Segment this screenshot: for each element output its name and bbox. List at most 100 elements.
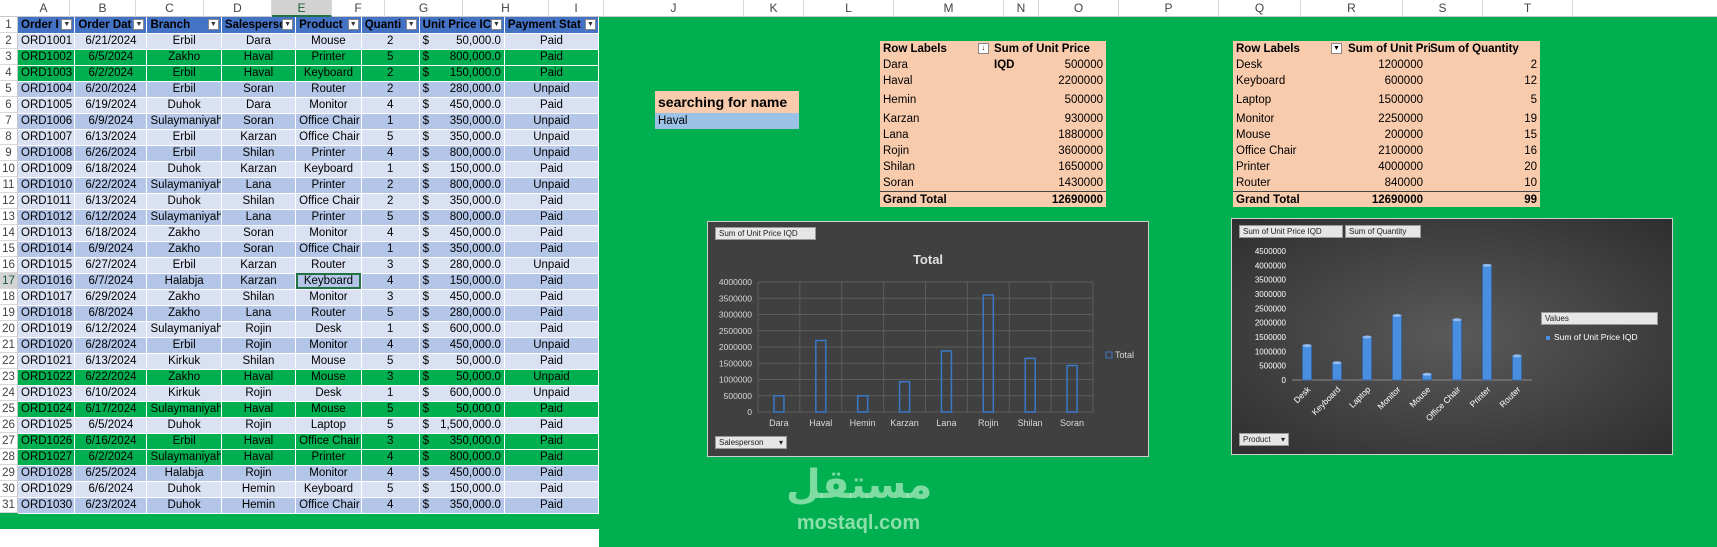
table-cell[interactable]: Keyboard xyxy=(295,65,362,82)
table-cell[interactable]: 6/21/2024 xyxy=(74,33,148,50)
table-cell[interactable]: $600,000.0 xyxy=(419,321,505,338)
table-cell[interactable]: 6/22/2024 xyxy=(74,369,148,386)
bar-haval[interactable] xyxy=(815,339,827,413)
filter-dropdown-icon[interactable]: ▼ xyxy=(585,19,596,30)
table-cell[interactable]: ORD1010 xyxy=(18,177,76,194)
table-cell[interactable]: Haval xyxy=(221,369,297,386)
table-cell[interactable]: $350,000.0 xyxy=(419,193,505,210)
table-cell[interactable]: Soran xyxy=(221,241,297,258)
pivot-row[interactable]: Shilan 1650000 xyxy=(880,159,1106,175)
column-header-M[interactable]: M xyxy=(894,0,1004,17)
table-cell[interactable]: ORD1002 xyxy=(18,49,76,66)
column-header-cell[interactable]: Payment Stat ▼ xyxy=(504,17,600,34)
table-cell[interactable]: Erbil xyxy=(146,337,222,354)
table-cell[interactable]: 4 xyxy=(361,97,420,114)
table-cell[interactable]: Paid xyxy=(504,353,600,370)
table-cell[interactable]: Sulaymaniyah xyxy=(146,449,222,466)
pivot-row[interactable]: Karzan 930000 xyxy=(880,111,1106,127)
column-header-K[interactable]: K xyxy=(744,0,804,17)
table-cell[interactable]: Zakho xyxy=(146,225,222,242)
filter-dropdown-icon[interactable]: ▼ xyxy=(1331,43,1342,54)
table-cell[interactable]: 6/10/2024 xyxy=(74,385,148,402)
bar-desk[interactable] xyxy=(1302,345,1312,381)
table-cell[interactable]: ORD1025 xyxy=(18,417,76,434)
bar-karzan[interactable] xyxy=(898,381,911,413)
table-cell[interactable]: 5 xyxy=(361,209,420,226)
row-header-28[interactable]: 28 xyxy=(0,449,18,465)
table-cell[interactable]: ORD1016 xyxy=(18,273,76,290)
table-cell[interactable]: $50,000.0 xyxy=(419,401,505,418)
row-header-26[interactable]: 26 xyxy=(0,417,18,433)
table-cell[interactable]: ORD1019 xyxy=(18,321,76,338)
table-cell[interactable]: $350,000.0 xyxy=(419,113,505,130)
table-cell[interactable]: Sulaymaniyah xyxy=(146,209,222,226)
column-header-R[interactable]: R xyxy=(1301,0,1403,17)
pivot-row[interactable]: Hemin 500000 xyxy=(880,89,1106,111)
column-header-P[interactable]: P xyxy=(1119,0,1219,17)
table-cell[interactable]: Kirkuk xyxy=(146,353,222,370)
row-header-8[interactable]: 8 xyxy=(0,129,18,145)
table-cell[interactable]: Haval xyxy=(221,433,297,450)
pivot-row[interactable]: Printer 4000000 20 xyxy=(1233,159,1540,175)
table-cell[interactable]: 4 xyxy=(361,225,420,242)
row-header-16[interactable]: 16 xyxy=(0,257,18,273)
table-cell[interactable]: 6/17/2024 xyxy=(74,401,148,418)
table-cell[interactable]: Haval xyxy=(221,401,297,418)
table-cell[interactable]: 5 xyxy=(361,353,420,370)
table-cell[interactable]: Paid xyxy=(504,209,600,226)
table-cell[interactable]: Duhok xyxy=(146,417,222,434)
table-cell[interactable]: ORD1021 xyxy=(18,353,76,370)
table-cell[interactable]: 6/28/2024 xyxy=(74,337,148,354)
table-cell[interactable]: 6/6/2024 xyxy=(74,481,148,498)
table-cell[interactable]: Desk xyxy=(295,321,362,338)
table-cell[interactable]: Paid xyxy=(504,433,600,450)
table-cell[interactable]: $800,000.0 xyxy=(419,177,505,194)
table-cell[interactable]: 6/2/2024 xyxy=(74,449,148,466)
table-cell[interactable]: $50,000.0 xyxy=(419,33,505,50)
row-header-23[interactable]: 23 xyxy=(0,369,18,385)
table-cell[interactable]: Printer xyxy=(295,209,362,226)
table-cell[interactable]: 3 xyxy=(361,369,420,386)
table-cell[interactable]: 2 xyxy=(361,65,420,82)
table-cell[interactable]: 6/5/2024 xyxy=(74,417,148,434)
table-cell[interactable]: Keyboard xyxy=(295,161,362,178)
column-header-B[interactable]: B xyxy=(70,0,136,17)
table-cell[interactable]: Erbil xyxy=(146,145,222,162)
column-header-cell[interactable]: Salesperso ▼ xyxy=(221,17,297,34)
table-cell[interactable]: ORD1004 xyxy=(18,81,76,98)
column-header-cell[interactable]: Branch ▼ xyxy=(146,17,222,34)
table-cell[interactable]: 6/16/2024 xyxy=(74,433,148,450)
table-cell[interactable]: Office Chair xyxy=(295,497,362,514)
table-cell[interactable]: Erbil xyxy=(146,33,222,50)
pivot-row-labels-header[interactable]: Row Labels xyxy=(1236,41,1300,57)
field-button-sum-unit-price[interactable]: Sum of Unit Price IQD xyxy=(715,227,816,240)
table-cell[interactable]: Karzan xyxy=(221,257,297,274)
table-cell[interactable]: Erbil xyxy=(146,257,222,274)
table-cell[interactable]: ORD1008 xyxy=(18,145,76,162)
bar-rojin[interactable] xyxy=(982,294,995,413)
row-header-14[interactable]: 14 xyxy=(0,225,18,241)
row-header-30[interactable]: 30 xyxy=(0,481,18,497)
table-cell[interactable]: ORD1020 xyxy=(18,337,76,354)
table-cell[interactable]: ORD1013 xyxy=(18,225,76,242)
table-cell[interactable]: Paid xyxy=(504,481,600,498)
table-cell[interactable]: 4 xyxy=(361,449,420,466)
bar-printer[interactable] xyxy=(1482,265,1492,381)
table-cell[interactable]: Shilan xyxy=(221,145,297,162)
table-cell[interactable]: 1 xyxy=(361,321,420,338)
table-cell[interactable]: Duhok xyxy=(146,97,222,114)
table-cell[interactable]: Zakho xyxy=(146,241,222,258)
table-cell[interactable]: Haval xyxy=(221,449,297,466)
table-cell[interactable]: 2 xyxy=(361,177,420,194)
row-header-7[interactable]: 7 xyxy=(0,113,18,129)
table-cell[interactable]: Unpaid xyxy=(504,129,600,146)
field-button-sum-unit-price[interactable]: Sum of Unit Price IQD xyxy=(1239,225,1343,238)
table-cell[interactable]: 6/23/2024 xyxy=(74,497,148,514)
table-cell[interactable]: $600,000.0 xyxy=(419,385,505,402)
bar-soran[interactable] xyxy=(1066,364,1078,413)
row-header-29[interactable]: 29 xyxy=(0,465,18,481)
table-cell[interactable]: 6/19/2024 xyxy=(74,97,148,114)
table-cell[interactable]: ORD1029 xyxy=(18,481,76,498)
table-cell[interactable]: Duhok xyxy=(146,161,222,178)
pivot-row[interactable]: Office Chair 2100000 16 xyxy=(1233,143,1540,159)
